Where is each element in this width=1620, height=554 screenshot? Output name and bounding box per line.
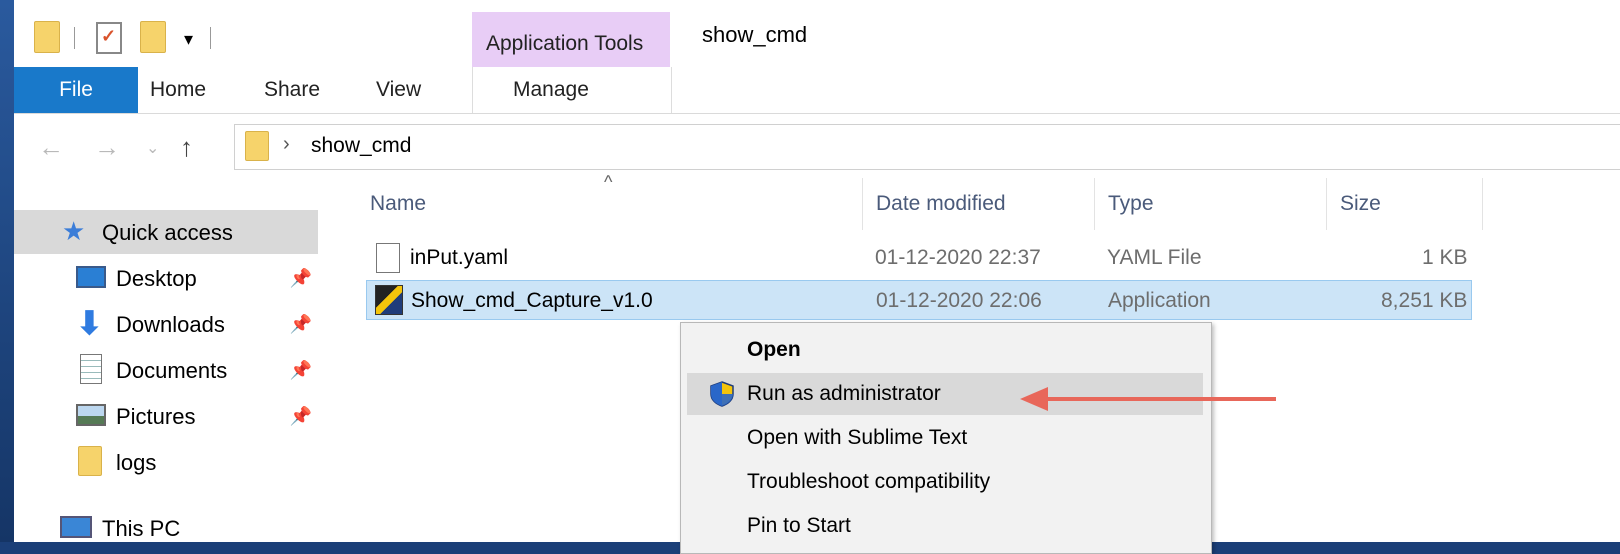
- sidebar-item-quick-access[interactable]: ★ Quick access: [14, 210, 318, 254]
- properties-button[interactable]: [96, 22, 122, 54]
- menu-item-label: Run as administrator: [747, 382, 941, 405]
- desktop-icon: [76, 266, 106, 288]
- pictures-icon: [76, 404, 106, 426]
- menu-item-pin-to-start[interactable]: Pin to Start: [687, 505, 1203, 547]
- column-header-type[interactable]: Type: [1108, 192, 1154, 216]
- download-arrow-icon: ⬇: [76, 305, 103, 341]
- column-header-date-modified[interactable]: Date modified: [876, 192, 1006, 216]
- file-type: YAML File: [1107, 246, 1202, 269]
- file-type: Application: [1108, 289, 1211, 312]
- toolbar-separator: [210, 27, 211, 49]
- new-folder-button[interactable]: [140, 21, 166, 53]
- breadcrumb-current[interactable]: show_cmd: [311, 134, 411, 158]
- back-arrow-icon[interactable]: ←: [38, 132, 64, 163]
- menu-item-troubleshoot-compatibility[interactable]: Troubleshoot compatibility: [687, 461, 1203, 503]
- sidebar-item-label: Pictures: [116, 404, 196, 429]
- pin-icon[interactable]: 📌: [290, 268, 312, 289]
- sidebar-item-documents[interactable]: Documents 📌: [14, 348, 318, 392]
- ribbon-tabs: File Home Share View Manage: [14, 67, 1620, 114]
- pin-icon[interactable]: 📌: [290, 314, 312, 335]
- uac-shield-icon: [710, 381, 734, 407]
- toolbar-separator: [74, 27, 75, 49]
- pin-icon[interactable]: 📌: [290, 360, 312, 381]
- breadcrumb-chevron-icon[interactable]: ›: [283, 133, 290, 156]
- menu-item-label: Open: [747, 338, 801, 361]
- sidebar-item-downloads[interactable]: ⬇ Downloads 📌: [14, 302, 318, 346]
- annotation-arrow-icon: [1020, 387, 1276, 411]
- star-icon: ★: [62, 216, 86, 246]
- desktop-background: [0, 0, 14, 542]
- sidebar-item-label: Documents: [116, 358, 228, 383]
- application-icon: [375, 285, 403, 315]
- navigation-pane: ★ Quick access Desktop 📌 ⬇ Downloads 📌 D…: [14, 178, 334, 542]
- menu-item-label: Pin to Start: [747, 514, 851, 537]
- folder-icon: [245, 131, 269, 161]
- computer-icon: [60, 516, 92, 538]
- pin-icon[interactable]: 📌: [290, 406, 312, 427]
- tab-manage[interactable]: Manage: [513, 67, 589, 113]
- recent-locations-chevron-icon[interactable]: ⌄: [146, 138, 159, 158]
- sidebar-item-pictures[interactable]: Pictures 📌: [14, 394, 318, 438]
- address-bar[interactable]: › show_cmd: [234, 124, 1620, 170]
- column-divider[interactable]: [1094, 178, 1095, 230]
- title-bar: ▾ Application Tools show_cmd: [14, 5, 1620, 72]
- menu-item-open-with-sublime[interactable]: Open with Sublime Text: [687, 417, 1203, 459]
- sidebar-item-logs[interactable]: logs: [14, 440, 318, 484]
- file-date: 01-12-2020 22:37: [875, 246, 1041, 269]
- table-row[interactable]: inPut.yaml 01-12-2020 22:37 YAML File 1 …: [366, 238, 1472, 278]
- sidebar-item-label: logs: [116, 450, 157, 475]
- file-size: 1 KB: [1422, 246, 1468, 269]
- window-title: show_cmd: [702, 22, 808, 47]
- file-name: Show_cmd_Capture_v1.0: [411, 289, 653, 312]
- forward-arrow-icon[interactable]: →: [94, 132, 120, 163]
- folder-icon: [34, 21, 60, 53]
- sidebar-item-desktop[interactable]: Desktop 📌: [14, 256, 318, 300]
- context-menu: Open Run as administrator Open with Subl…: [680, 322, 1212, 554]
- sidebar-item-label: Downloads: [116, 312, 225, 337]
- sidebar-item-this-pc[interactable]: This PC: [14, 506, 318, 542]
- column-header-name[interactable]: Name: [370, 192, 426, 216]
- application-tools-tab-group: Application Tools: [472, 12, 670, 72]
- tab-home[interactable]: Home: [150, 67, 206, 113]
- file-icon: [376, 243, 400, 273]
- file-name: inPut.yaml: [410, 246, 509, 269]
- sort-ascending-icon: ^: [604, 172, 613, 192]
- column-divider[interactable]: [1326, 178, 1327, 230]
- folder-icon: [78, 446, 102, 476]
- menu-item-label: Troubleshoot compatibility: [747, 470, 991, 493]
- sidebar-item-label: This PC: [102, 516, 181, 541]
- context-tab-group-label: Application Tools: [486, 32, 644, 55]
- tab-file[interactable]: File: [14, 67, 138, 113]
- navigation-bar: ← → ⌄ ↑ › show_cmd: [14, 114, 1620, 178]
- file-size: 8,251 KB: [1381, 289, 1468, 312]
- table-row[interactable]: Show_cmd_Capture_v1.0 01-12-2020 22:06 A…: [366, 280, 1472, 320]
- tab-share[interactable]: Share: [264, 67, 320, 113]
- menu-item-open[interactable]: Open: [687, 329, 1203, 371]
- column-header-size[interactable]: Size: [1340, 192, 1381, 216]
- up-arrow-icon[interactable]: ↑: [180, 132, 193, 163]
- column-divider[interactable]: [862, 178, 863, 230]
- tab-view[interactable]: View: [376, 67, 421, 113]
- file-date: 01-12-2020 22:06: [876, 289, 1042, 312]
- menu-item-label: Open with Sublime Text: [747, 426, 968, 449]
- column-divider[interactable]: [1482, 178, 1483, 230]
- customize-toolbar-dropdown-icon[interactable]: ▾: [184, 29, 193, 50]
- sidebar-item-label: Desktop: [116, 266, 197, 291]
- sidebar-item-label: Quick access: [102, 220, 233, 245]
- document-icon: [80, 354, 102, 384]
